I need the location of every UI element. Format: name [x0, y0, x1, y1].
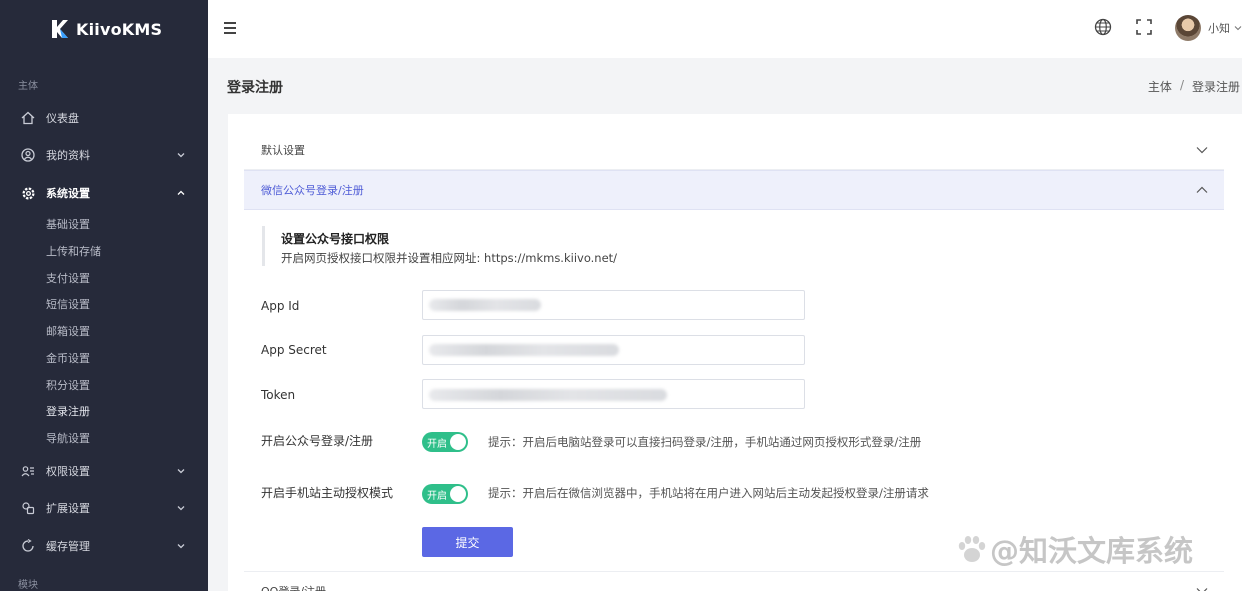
tip-description: 开启网页授权接口权限并设置相应网址: https://mkms.kiivo.ne… [281, 251, 618, 265]
accordion-title: QQ登录/注册 [261, 583, 326, 591]
switch-text: 开启 [427, 439, 447, 450]
switch-knob [450, 434, 466, 450]
accordion-wechat[interactable]: 微信公众号登录/注册 [244, 170, 1224, 210]
chevron-down-icon[interactable] [1234, 24, 1242, 32]
sidebar-item-label: 权限设置 [46, 465, 90, 478]
sidebar-subitem-payment[interactable]: 支付设置 [46, 271, 90, 287]
fullscreen-icon[interactable] [1135, 18, 1153, 36]
accordion-title: 微信公众号登录/注册 [261, 184, 364, 197]
redacted-value [429, 389, 667, 401]
tip-title: 设置公众号接口权限 [281, 232, 390, 246]
chevron-down-icon [177, 544, 185, 549]
token-label: Token [261, 388, 296, 402]
chevron-up-icon [1196, 186, 1208, 193]
sidebar-item-label: 缓存管理 [46, 540, 90, 553]
chevron-down-icon [177, 469, 185, 474]
accordion-title: 默认设置 [261, 143, 305, 157]
sidebar-item-label: 我的资料 [46, 149, 90, 162]
sidebar-item-extensions[interactable]: 扩展设置 [0, 496, 208, 520]
watermark-paw-icon [958, 536, 986, 562]
accordion-qq[interactable]: QQ登录/注册 [244, 571, 1224, 591]
switch-knob [450, 486, 466, 502]
sidebar-subitem-basic[interactable]: 基础设置 [46, 217, 90, 233]
sidebar: KiivoKMS 主体 仪表盘 我的资料 系统设置 基础设置 上传和存储 支付设… [0, 0, 208, 591]
enable-wechat-login-hint: 提示：开启后电脑站登录可以直接扫码登录/注册，手机站通过网页授权形式登录/注册 [488, 435, 922, 449]
sidebar-item-system-settings[interactable]: 系统设置 [0, 181, 208, 205]
sidebar-subitem-login-register[interactable]: 登录注册 [46, 404, 90, 420]
sidebar-item-label: 扩展设置 [46, 502, 90, 515]
app-id-input[interactable] [422, 290, 805, 320]
redacted-value [429, 299, 541, 311]
sidebar-subitem-points[interactable]: 积分设置 [46, 378, 90, 394]
enable-wechat-login-switch[interactable]: 开启 [422, 432, 468, 452]
accordion-default-settings[interactable]: 默认设置 [244, 130, 1224, 170]
app-name: KiivoKMS [76, 19, 163, 39]
sidebar-subitem-email[interactable]: 邮箱设置 [46, 324, 90, 340]
chevron-up-icon [177, 190, 185, 195]
breadcrumb: 主体 / 登录注册 [1148, 78, 1240, 95]
section-label-main: 主体 [18, 81, 38, 92]
breadcrumb-item-current: 登录注册 [1191, 80, 1240, 94]
mobile-auth-switch[interactable]: 开启 [422, 484, 468, 504]
breadcrumb-separator: / [1179, 78, 1184, 92]
cache-icon [20, 538, 36, 554]
sidebar-subitem-coins[interactable]: 金币设置 [46, 351, 90, 367]
logo-mark-icon [52, 20, 68, 38]
app-secret-input[interactable] [422, 335, 805, 365]
app-id-label: App Id [261, 299, 300, 313]
logo[interactable]: KiivoKMS [0, 0, 208, 58]
extension-icon [20, 500, 36, 516]
token-input[interactable] [422, 379, 805, 409]
section-label-modules: 模块 [18, 580, 38, 591]
switch-text: 开启 [427, 491, 447, 502]
avatar[interactable] [1175, 15, 1201, 41]
submit-button[interactable]: 提交 [422, 527, 513, 557]
sidebar-item-label: 仪表盘 [46, 112, 79, 125]
sidebar-item-label: 系统设置 [46, 187, 90, 200]
home-icon [20, 110, 36, 126]
mobile-auth-hint: 提示：开启后在微信浏览器中，手机站将在用户进入网站后主动发起授权登录/注册请求 [488, 486, 929, 500]
sidebar-subitem-navigation[interactable]: 导航设置 [46, 431, 90, 447]
settings-card: 默认设置 微信公众号登录/注册 设置公众号接口权限 开启网页授权接口权限并设置相… [228, 114, 1242, 591]
chevron-down-icon [1196, 146, 1208, 153]
sidebar-item-cache[interactable]: 缓存管理 [0, 534, 208, 558]
gear-icon [20, 185, 36, 201]
mobile-auth-label: 开启手机站主动授权模式 [261, 486, 394, 500]
wechat-tip: 设置公众号接口权限 开启网页授权接口权限并设置相应网址: https://mkm… [262, 226, 617, 266]
sidebar-subitem-sms[interactable]: 短信设置 [46, 297, 90, 313]
username[interactable]: 小知 [1208, 20, 1230, 36]
watermark: @知沃文库系统 [990, 534, 1194, 568]
redacted-value [429, 344, 619, 356]
user-circle-icon [20, 147, 36, 163]
page-title: 登录注册 [227, 80, 283, 96]
globe-icon[interactable] [1094, 18, 1112, 36]
topbar: 小知 [208, 0, 1242, 58]
breadcrumb-item-main[interactable]: 主体 [1148, 78, 1172, 95]
chevron-down-icon [177, 506, 185, 511]
sidebar-item-dashboard[interactable]: 仪表盘 [0, 106, 208, 130]
menu-toggle-icon[interactable] [224, 22, 236, 34]
chevron-down-icon [177, 153, 185, 158]
sidebar-subitem-upload-storage[interactable]: 上传和存储 [46, 244, 101, 260]
chevron-down-icon [1196, 588, 1208, 591]
app-secret-label: App Secret [261, 343, 327, 357]
sidebar-item-permissions[interactable]: 权限设置 [0, 459, 208, 483]
sidebar-item-profile[interactable]: 我的资料 [0, 143, 208, 167]
permission-icon [20, 463, 36, 479]
enable-wechat-login-label: 开启公众号登录/注册 [261, 434, 374, 448]
